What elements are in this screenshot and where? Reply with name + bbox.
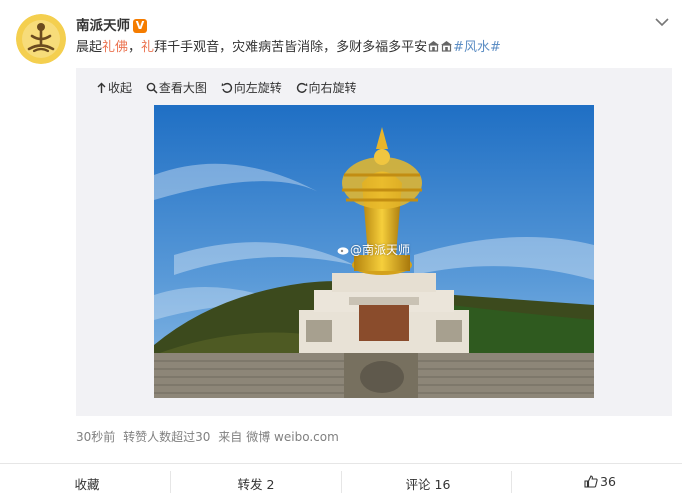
collapse-button[interactable]: 收起 (96, 79, 132, 96)
shrine-emoji-icon (428, 41, 440, 52)
repost-label: 转发 2 (237, 477, 275, 492)
like-count: 36 (600, 474, 616, 489)
action-bar: 收藏 转发 2 评论 16 36 (0, 464, 682, 500)
favorite-button[interactable]: 收藏 (72, 474, 102, 493)
like-button[interactable]: 36 (580, 474, 620, 489)
shrine-emoji-icon (441, 41, 453, 52)
rotate-right-button[interactable]: 向右旋转 (296, 79, 357, 96)
chevron-down-icon[interactable] (653, 15, 671, 29)
post-text: 晨起礼佛，礼拜千手观音，灾难病苦皆消除，多财多福多平安 #风水# (76, 38, 676, 58)
post-text-comma: ， (128, 40, 142, 55)
rotate-left-icon (221, 82, 232, 93)
view-large-button[interactable]: 查看大图 (146, 79, 207, 96)
action-separator (341, 471, 342, 493)
repost-button[interactable]: 转发 2 (230, 474, 282, 493)
link-lifo[interactable]: 礼佛 (102, 40, 128, 55)
comment-label: 评论 16 (405, 477, 451, 492)
rotate-right-icon (296, 82, 307, 93)
post-text-main: 拜千手观音，灾难病苦皆消除，多财多福多平安 (154, 40, 428, 55)
thumbs-up-icon (584, 475, 598, 488)
rotate-right-label: 向右旋转 (308, 81, 357, 95)
weibo-post-card: 南派天师 V 晨起礼佛，礼拜千手观音，灾难病苦皆消除，多财多福多平安 #风水# 收起… (0, 0, 682, 500)
verified-badge: V (133, 19, 147, 33)
post-image[interactable]: @南派天师 (154, 105, 594, 398)
source-link[interactable]: 微博 weibo.com (246, 430, 339, 444)
view-large-label: 查看大图 (158, 81, 207, 95)
post-time[interactable]: 30秒前 (76, 430, 115, 444)
comment-button[interactable]: 评论 16 (400, 474, 456, 493)
search-icon (146, 82, 158, 94)
link-li[interactable]: 礼 (141, 40, 154, 55)
image-watermark: @南派天师 (337, 241, 410, 258)
post-text-prefix: 晨起 (76, 40, 103, 55)
reposts-note: 转赞人数超过30 (123, 430, 211, 444)
media-toolbar: 收起 查看大图 向左旋转 向右旋转 (96, 79, 367, 96)
author-name-text[interactable]: 南派天师 (76, 18, 130, 34)
hashtag-fengshui[interactable]: #风水# (453, 40, 501, 55)
action-separator (170, 471, 171, 493)
post-meta: 30秒前 转赞人数超过30 来自 微博 weibo.com (76, 428, 343, 445)
rotate-left-button[interactable]: 向左旋转 (221, 79, 282, 96)
collapse-label: 收起 (108, 81, 133, 95)
collapse-icon (97, 82, 106, 93)
source-prefix: 来自 (218, 430, 243, 444)
avatar-meditation-icon (16, 14, 66, 64)
favorite-label: 收藏 (74, 477, 100, 492)
rotate-left-label: 向左旋转 (233, 81, 282, 95)
action-separator (511, 471, 512, 493)
weibo-logo-icon (337, 247, 349, 255)
author-name[interactable]: 南派天师 V (76, 14, 147, 34)
avatar[interactable] (16, 14, 66, 64)
media-preview: 收起 查看大图 向左旋转 向右旋转 @南派天师 (76, 68, 672, 416)
watermark-text: @南派天师 (350, 243, 411, 257)
